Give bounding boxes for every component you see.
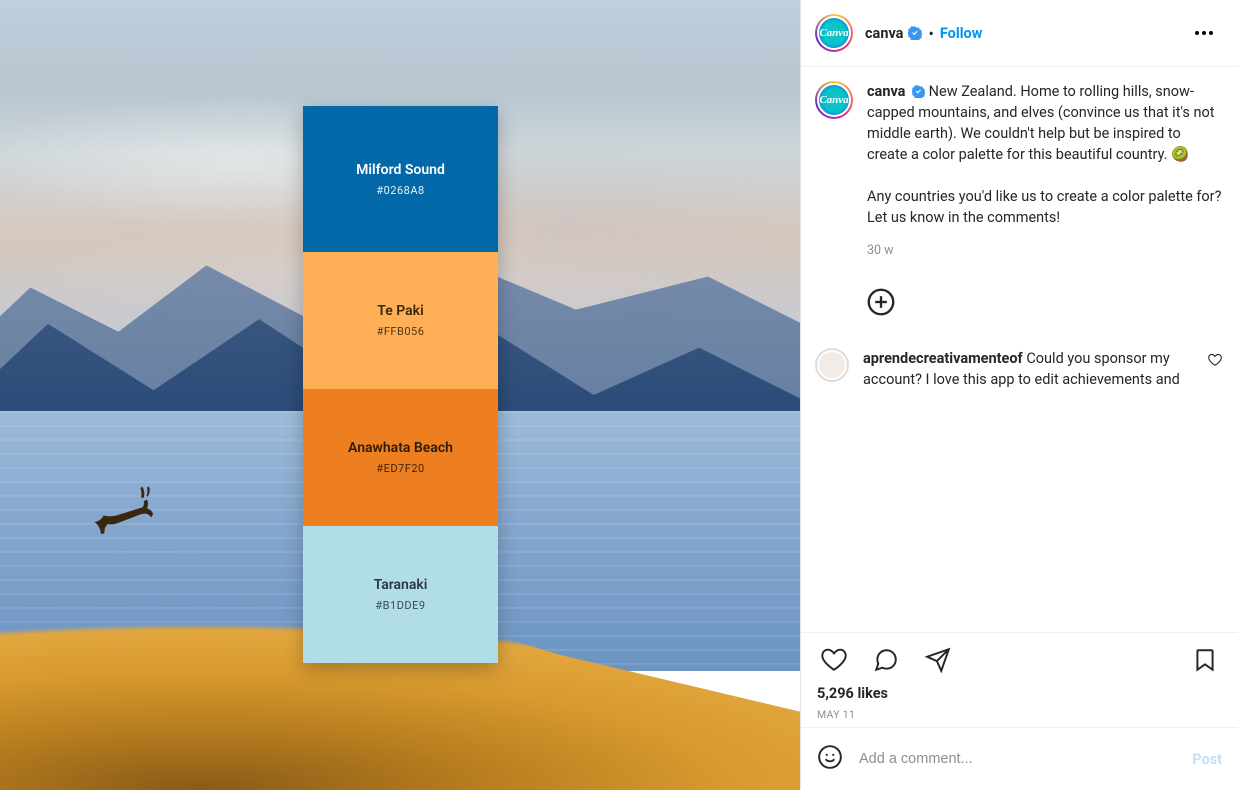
- swatch-name: Taranaki: [374, 577, 428, 593]
- avatar-image: Canva: [817, 16, 851, 50]
- caption-text-2: Any countries you'd like us to create a …: [867, 188, 1221, 226]
- emoji-picker-button[interactable]: [817, 744, 843, 774]
- swatch-name: Anawhata Beach: [348, 440, 453, 456]
- swatch-hex: #ED7F20: [376, 462, 424, 475]
- author-username[interactable]: canva: [865, 25, 903, 42]
- separator-dot: •: [928, 24, 933, 43]
- comment-icon: [873, 647, 899, 673]
- post-caption: canva New Zealand. Home to rolling hills…: [867, 81, 1222, 322]
- more-horizontal-icon: [1192, 21, 1216, 45]
- verified-badge-icon: [908, 26, 922, 40]
- deer-silhouette: [90, 478, 160, 538]
- swatch-te-paki: Te Paki #FFB056: [303, 252, 498, 389]
- like-comment-button[interactable]: [1208, 352, 1222, 371]
- heart-icon: [821, 647, 847, 673]
- add-comment-bar: Post: [801, 727, 1238, 790]
- post-image: Milford Sound #0268A8 Te Paki #FFB056 An…: [0, 0, 800, 790]
- verified-badge-icon: [912, 85, 925, 98]
- swatch-hex: #B1DDE9: [375, 599, 425, 612]
- caption-avatar[interactable]: Canva: [815, 81, 853, 119]
- comment: aprendecreativamenteof Could you sponsor…: [815, 348, 1222, 390]
- post-sidebar: Canva canva • Follow Canva canva: [800, 0, 1238, 790]
- swatch-hex: #0268A8: [376, 184, 424, 197]
- follow-button[interactable]: Follow: [940, 25, 983, 42]
- color-palette-card: Milford Sound #0268A8 Te Paki #FFB056 An…: [303, 106, 498, 663]
- commenter-username[interactable]: aprendecreativamenteof: [863, 350, 1023, 367]
- avatar-image: [817, 350, 847, 380]
- commenter-avatar[interactable]: [815, 348, 849, 382]
- post-date: MAY 11: [817, 708, 1222, 721]
- swatch-taranaki: Taranaki #B1DDE9: [303, 526, 498, 663]
- like-button[interactable]: [817, 643, 851, 677]
- plus-circle-icon: [867, 288, 895, 316]
- swatch-anawhata-beach: Anawhata Beach #ED7F20: [303, 389, 498, 526]
- send-icon: [925, 647, 951, 673]
- caption-age: 30 w: [867, 242, 1222, 260]
- swatch-name: Te Paki: [377, 303, 423, 319]
- save-button[interactable]: [1188, 643, 1222, 677]
- avatar-image: Canva: [817, 83, 851, 117]
- post-header: Canva canva • Follow: [801, 0, 1238, 67]
- author-avatar[interactable]: Canva: [815, 14, 853, 52]
- share-button[interactable]: [921, 643, 955, 677]
- bookmark-icon: [1192, 647, 1218, 673]
- likes-count[interactable]: 5,296 likes: [817, 685, 1222, 702]
- swatch-milford-sound: Milford Sound #0268A8: [303, 106, 498, 252]
- post-actions: 5,296 likes MAY 11: [801, 632, 1238, 727]
- post-comment-button[interactable]: Post: [1192, 751, 1222, 768]
- comment-input[interactable]: [859, 751, 1192, 767]
- comment-button[interactable]: [869, 643, 903, 677]
- more-options-button[interactable]: [1186, 15, 1222, 51]
- add-to-collection-button[interactable]: [867, 288, 1222, 322]
- swatch-hex: #FFB056: [377, 325, 425, 338]
- heart-icon: [1208, 353, 1222, 367]
- caption-username[interactable]: canva: [867, 83, 905, 100]
- swatch-name: Milford Sound: [356, 162, 445, 178]
- smiley-icon: [817, 744, 843, 770]
